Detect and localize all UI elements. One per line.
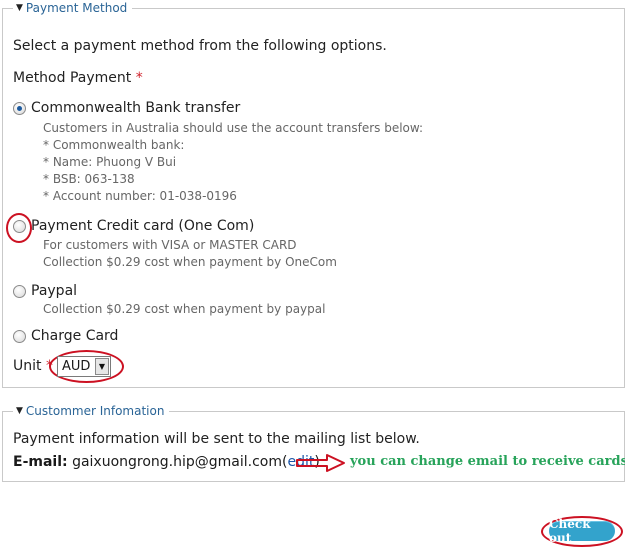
change-email-annotation: you can change email to receive cards: [350, 454, 625, 469]
checkout-button[interactable]: Check out: [549, 517, 615, 545]
radio-commonwealth-bank[interactable]: [13, 102, 26, 115]
detail-line: * Account number: 01-038-0196: [43, 189, 237, 203]
option-details-credit-card: For customers with VISA or MASTER CARD C…: [43, 237, 337, 271]
payment-method-legend[interactable]: ▼ Payment Method: [13, 1, 133, 16]
customer-information-legend[interactable]: ▼ Custommer Infomation: [13, 404, 170, 419]
option-label-paypal[interactable]: Paypal: [31, 283, 77, 299]
option-label-commonwealth-bank[interactable]: Commonwealth Bank transfer: [31, 100, 240, 116]
payment-method-legend-label: Payment Method: [25, 1, 128, 15]
detail-line: * BSB: 063-138: [43, 172, 135, 186]
email-label: E-mail:: [13, 454, 68, 470]
collapse-triangle-icon[interactable]: ▼: [16, 404, 23, 419]
unit-label-text: Unit: [13, 358, 42, 374]
detail-line: * Commonwealth bank:: [43, 138, 185, 152]
detail-line: Customers in Australia should use the ac…: [43, 121, 424, 135]
radio-charge-card[interactable]: [13, 330, 26, 343]
radio-credit-card[interactable]: [13, 220, 26, 233]
method-payment-label: Method Payment *: [13, 70, 143, 86]
dropdown-arrow-icon[interactable]: ▼: [95, 358, 109, 375]
option-details-paypal: Collection $0.29 cost when payment by pa…: [43, 301, 325, 318]
detail-line: Collection $0.29 cost when payment by pa…: [43, 302, 326, 316]
detail-line: * Name: Phuong V Bui: [43, 155, 177, 169]
detail-line: Collection $0.29 cost when payment by On…: [43, 255, 337, 269]
customer-info-text: Payment information will be sent to the …: [13, 431, 420, 447]
option-details-commonwealth-bank: Customers in Australia should use the ac…: [43, 120, 423, 205]
required-mark: *: [135, 70, 143, 86]
customer-information-legend-label: Custommer Infomation: [25, 404, 165, 418]
option-label-credit-card[interactable]: Payment Credit card (One Com): [31, 218, 254, 234]
payment-intro-text: Select a payment method from the followi…: [13, 38, 387, 54]
unit-label: Unit *: [13, 358, 53, 374]
email-value: gaixuongrong.hip@gmail.com: [72, 454, 283, 470]
option-label-charge-card[interactable]: Charge Card: [31, 328, 118, 344]
radio-paypal[interactable]: [13, 285, 26, 298]
detail-line: For customers with VISA or MASTER CARD: [43, 238, 297, 252]
red-annotation-arrow-icon: [296, 454, 345, 472]
email-row: E-mail: gaixuongrong.hip@gmail.com(edit): [13, 454, 320, 470]
method-payment-label-text: Method Payment: [13, 70, 132, 86]
unit-select[interactable]: AUD ▼: [57, 356, 111, 377]
collapse-triangle-icon[interactable]: ▼: [16, 1, 23, 16]
unit-select-value: AUD: [62, 359, 91, 374]
